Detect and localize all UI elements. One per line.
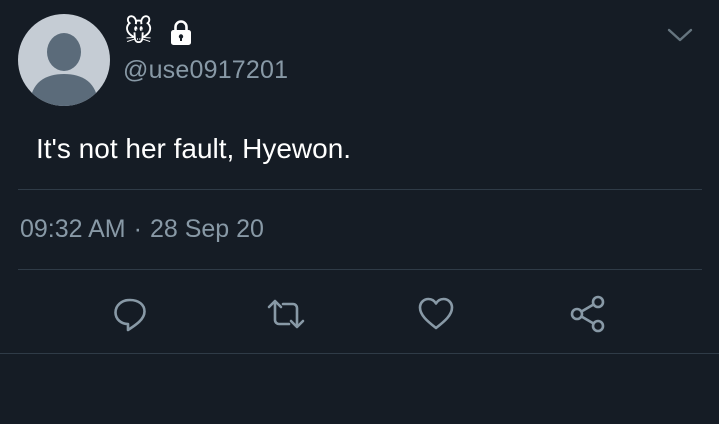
share-button[interactable] — [566, 292, 610, 336]
tweet-time: 09:32 AM — [20, 215, 126, 243]
divider — [0, 353, 719, 354]
default-avatar-icon — [30, 33, 98, 106]
divider — [18, 189, 702, 190]
avatar[interactable] — [18, 14, 110, 106]
like-button[interactable] — [414, 292, 458, 336]
display-name-row: 🐭 — [124, 16, 195, 48]
tweet-text: It's not her fault, Hyewon. — [36, 133, 352, 164]
divider — [18, 269, 702, 270]
like-icon — [418, 297, 454, 330]
chevron-down-icon[interactable] — [664, 22, 696, 46]
retweet-icon — [267, 299, 305, 329]
tweet-actions — [0, 292, 719, 336]
reply-button[interactable] — [108, 292, 152, 336]
display-name-emoji: 🐭 — [124, 16, 154, 47]
retweet-button[interactable] — [264, 292, 308, 336]
tweet-timestamp: 09:32 AM · 28 Sep 20 — [20, 215, 264, 244]
timestamp-separator: · — [133, 215, 142, 243]
reply-icon — [114, 298, 146, 332]
share-icon — [570, 295, 605, 333]
user-handle[interactable]: @use0917201 — [123, 56, 288, 85]
tweet-date: 28 Sep 20 — [149, 215, 264, 243]
lock-icon — [171, 20, 192, 45]
